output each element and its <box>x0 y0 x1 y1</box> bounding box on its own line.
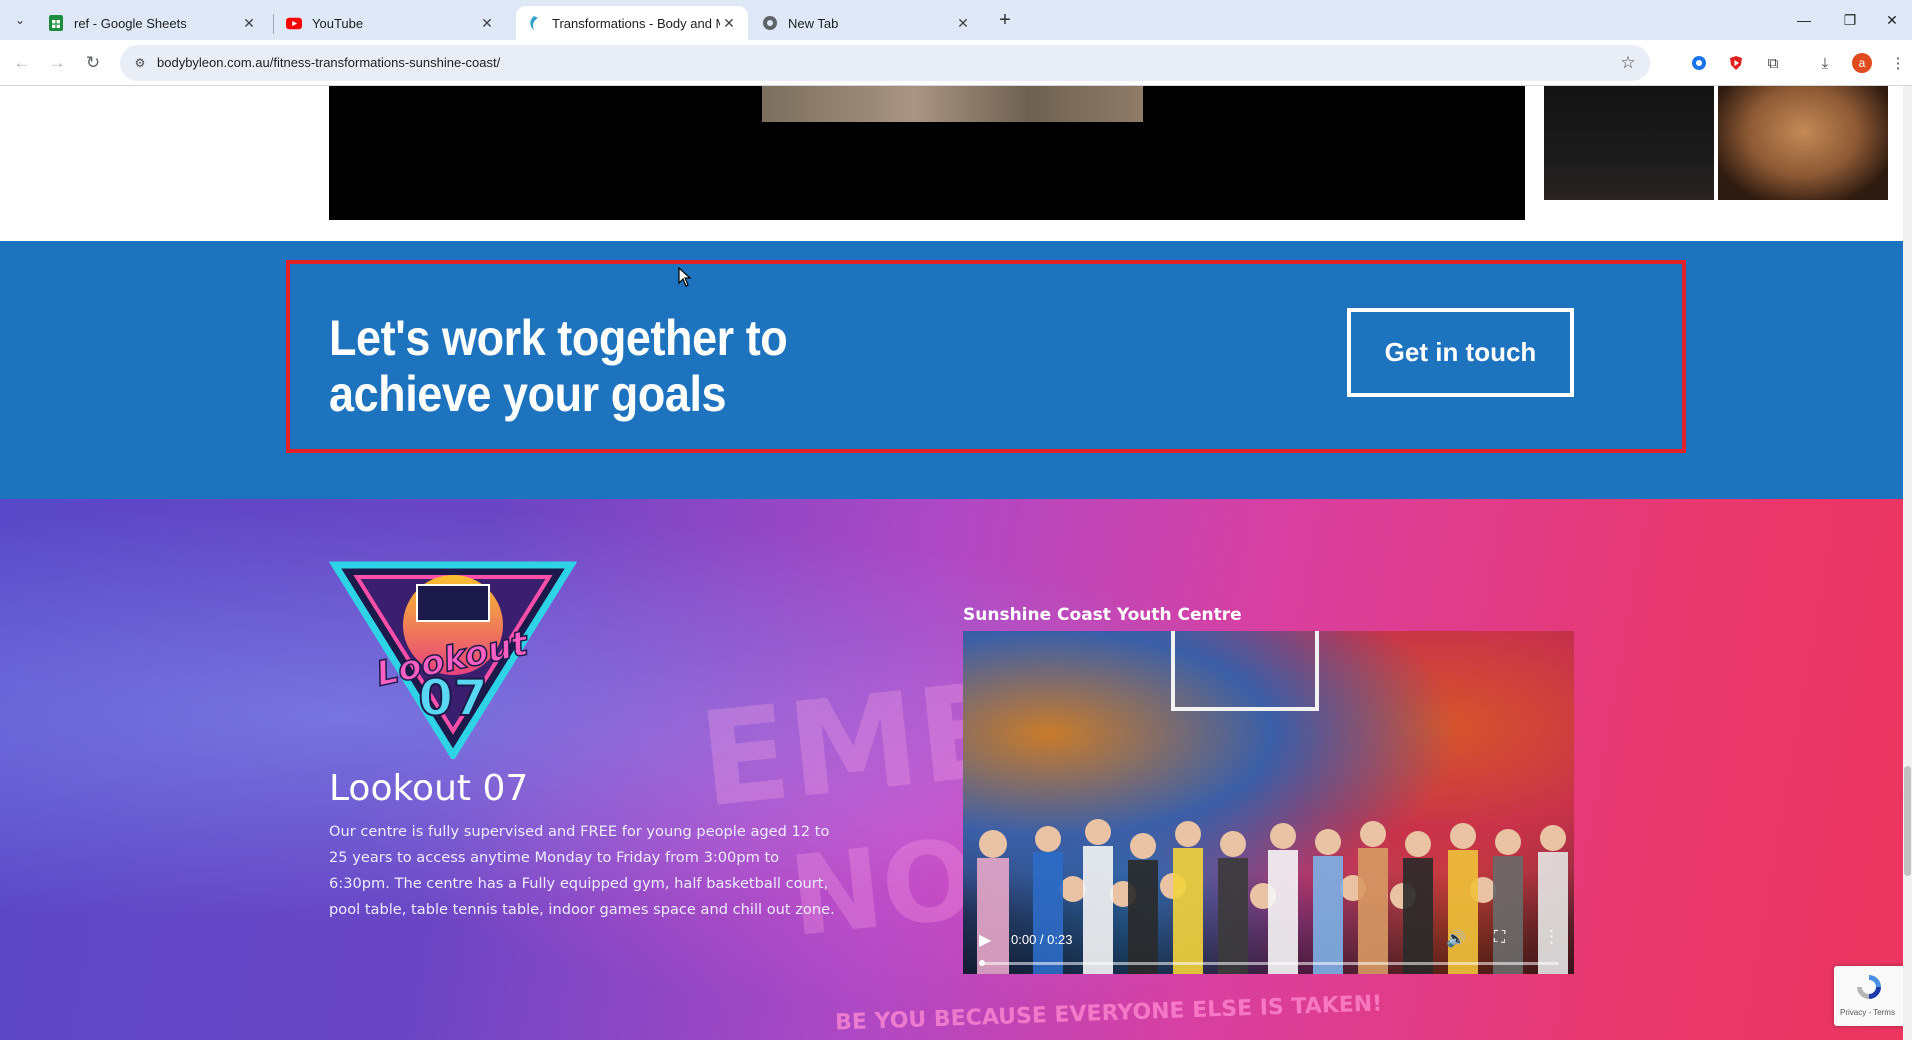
tab-new-tab[interactable]: New Tab ✕ <box>752 6 982 40</box>
transformation-photo-after[interactable] <box>1718 86 1888 200</box>
tab-transformations[interactable]: Transformations - Body and Mind ✕ <box>516 6 748 40</box>
mural-tagline: BE YOU BECAUSE EVERYONE ELSE IS TAKEN! <box>834 991 1383 1036</box>
recaptcha-badge[interactable]: Privacy - Terms <box>1834 966 1903 1026</box>
chrome-icon <box>762 15 778 31</box>
scrollbar-thumb[interactable] <box>1904 766 1911 876</box>
new-tab-button[interactable]: + <box>993 8 1017 32</box>
site-info-icon[interactable]: ⚙ <box>130 53 150 73</box>
recaptcha-icon <box>1857 975 1881 999</box>
back-button[interactable]: ← <box>10 51 34 75</box>
tab-search-button[interactable]: ⌄ <box>8 8 32 32</box>
fullscreen-icon[interactable]: ⛶ <box>1494 929 1505 947</box>
video-heading: Sunshine Coast Youth Centre <box>963 605 1242 625</box>
close-icon[interactable]: ✕ <box>720 14 738 32</box>
forward-button[interactable]: → <box>45 51 69 75</box>
url-text[interactable]: bodybyleon.com.au/fitness-transformation… <box>157 55 500 70</box>
lookout-07-logo: Lookout 07 <box>329 561 577 759</box>
tab-title: Transformations - Body and Mind <box>552 15 720 31</box>
tab-title: YouTube <box>312 15 364 31</box>
youth-centre-video[interactable]: ▶ 0:00 / 0:23 🔊 ⛶ ⋮ <box>963 631 1574 974</box>
menu-kebab-icon[interactable]: ⋮ <box>1886 51 1910 75</box>
tab-google-sheets[interactable]: ref - Google Sheets ✕ <box>38 6 268 40</box>
recaptcha-links[interactable]: Privacy - Terms <box>1840 1008 1895 1017</box>
download-icon[interactable]: ⤓ <box>1813 51 1837 75</box>
cta-section: Let's work together to achieve your goal… <box>0 241 1903 499</box>
address-bar[interactable]: ⚙ bodybyleon.com.au/fitness-transformati… <box>120 45 1650 81</box>
cta-heading-line1: Let's work together to <box>329 310 788 366</box>
volume-icon[interactable]: 🔊 <box>1446 929 1466 949</box>
video-progress-bar[interactable] <box>979 960 1559 966</box>
page-viewport: Let's work together to achieve your goal… <box>0 86 1903 1040</box>
logo-text-07: 07 <box>418 669 488 727</box>
adblock-extension-icon[interactable] <box>1724 51 1748 75</box>
extensions-puzzle-icon[interactable]: ⧉ <box>1761 51 1785 75</box>
cta-heading-line2: achieve your goals <box>329 366 727 422</box>
close-icon[interactable]: ✕ <box>478 14 496 32</box>
close-icon[interactable]: ✕ <box>954 14 972 32</box>
google-sheets-icon <box>48 15 64 31</box>
minimize-button[interactable]: — <box>1784 4 1824 36</box>
video-frame-image <box>762 86 1143 122</box>
tab-separator <box>273 14 274 34</box>
lookout-07-description: Our centre is fully supervised and FREE … <box>329 823 835 918</box>
avatar-initial: a <box>1852 53 1872 73</box>
youth-centre-section: EME NON Lookout 07 Lookout 07 Our centre… <box>0 499 1903 1040</box>
get-in-touch-button[interactable]: Get in touch <box>1347 308 1574 397</box>
tab-title: ref - Google Sheets <box>74 15 187 31</box>
bookmark-star-icon[interactable]: ☆ <box>1616 51 1640 75</box>
video-time: 0:00 / 0:23 <box>1011 932 1073 947</box>
tab-youtube[interactable]: YouTube ✕ <box>276 6 506 40</box>
tab-strip: ⌄ ref - Google Sheets ✕ YouTube ✕ Transf… <box>0 0 1912 40</box>
more-options-icon[interactable]: ⋮ <box>1543 927 1560 947</box>
transformation-video[interactable] <box>329 86 1525 220</box>
browser-toolbar: ← → ↻ ⚙ bodybyleon.com.au/fitness-transf… <box>0 40 1912 86</box>
tab-title: New Tab <box>788 15 839 31</box>
cta-heading: Let's work together to achieve your goal… <box>329 310 833 422</box>
progress-handle[interactable] <box>979 960 985 966</box>
mouse-cursor-icon <box>678 267 692 287</box>
close-window-button[interactable]: ✕ <box>1872 4 1912 36</box>
transformation-photo-before[interactable] <box>1544 86 1714 200</box>
reload-button[interactable]: ↻ <box>81 51 105 75</box>
page-scrollbar[interactable] <box>1903 86 1912 1040</box>
play-icon[interactable]: ▶ <box>979 930 991 950</box>
youtube-icon <box>286 15 302 31</box>
close-icon[interactable]: ✕ <box>240 14 258 32</box>
restore-button[interactable]: ❐ <box>1830 4 1870 36</box>
profile-avatar[interactable]: a <box>1850 51 1874 75</box>
extension-icon[interactable] <box>1687 51 1711 75</box>
bodybyleon-icon <box>526 15 542 31</box>
lookout-07-title: Lookout 07 <box>329 768 529 809</box>
video-controls: ▶ 0:00 / 0:23 🔊 ⛶ ⋮ <box>963 914 1574 974</box>
basketball-hoop-image <box>1171 631 1319 711</box>
